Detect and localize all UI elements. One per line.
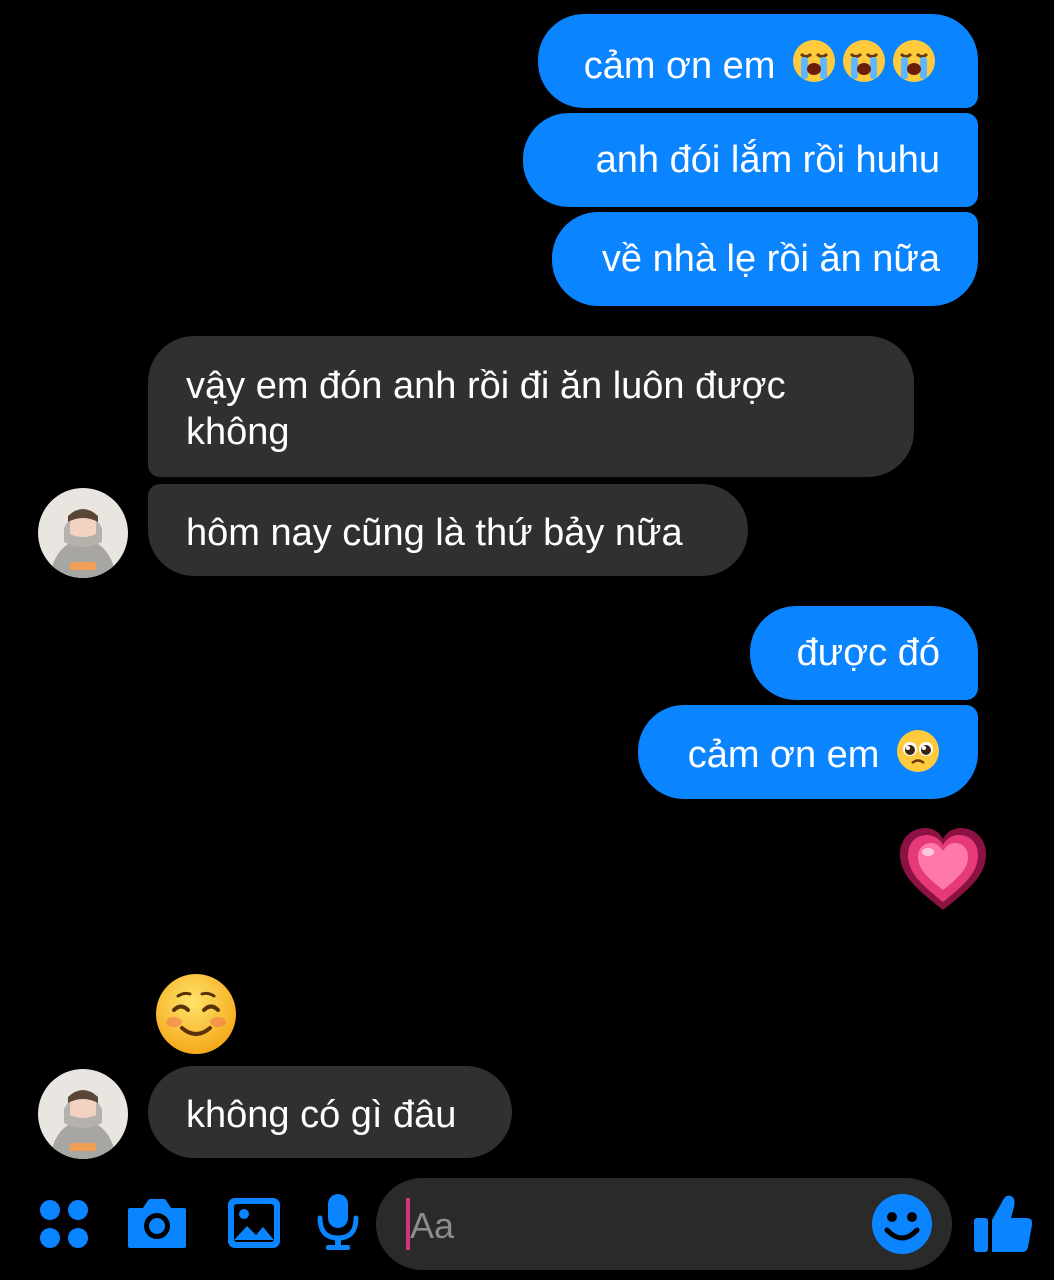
menu-dots-icon[interactable] <box>38 1198 90 1250</box>
loudly-crying-face-icon <box>792 38 940 95</box>
avatar[interactable] <box>38 488 128 578</box>
message-bubble-received[interactable]: không có gì đâu <box>148 1066 512 1158</box>
message-text: hôm nay cũng là thứ bảy nữa <box>186 512 683 554</box>
avatar[interactable] <box>38 1069 128 1159</box>
growing-heart-icon[interactable] <box>898 826 988 912</box>
message-bubble-sent[interactable]: cảm ơn em <box>538 14 978 108</box>
message-text: về nhà lẹ rồi ăn nữa <box>601 238 940 280</box>
pleading-face-icon <box>896 729 940 784</box>
message-input[interactable]: Aa <box>376 1178 952 1270</box>
message-bubble-sent[interactable]: về nhà lẹ rồi ăn nữa <box>552 212 978 306</box>
message-bubble-received[interactable]: hôm nay cũng là thứ bảy nữa <box>148 484 748 576</box>
message-text: cảm ơn em <box>583 45 776 87</box>
message-bubble-received[interactable]: vậy em đón anh rồi đi ăn luôn được không <box>148 336 914 477</box>
message-input-placeholder: Aa <box>410 1205 455 1246</box>
gallery-icon[interactable] <box>226 1196 282 1250</box>
message-bubble-sent[interactable]: cảm ơn em <box>638 705 978 799</box>
message-bubble-sent[interactable]: anh đói lắm rồi huhu <box>523 113 978 207</box>
message-text: không có gì đâu <box>186 1094 457 1136</box>
camera-icon[interactable] <box>126 1196 188 1250</box>
emoji-icon[interactable] <box>870 1192 934 1256</box>
message-text: được đó <box>796 632 940 674</box>
smiling-face-icon[interactable] <box>154 972 238 1056</box>
message-text: vậy em đón anh rồi đi ăn luôn được không <box>186 365 786 453</box>
message-text: cảm ơn em <box>687 734 880 776</box>
message-bubble-sent[interactable]: được đó <box>750 606 978 700</box>
thumbs-up-icon[interactable] <box>972 1192 1034 1254</box>
message-text: anh đói lắm rồi huhu <box>595 139 940 181</box>
microphone-icon[interactable] <box>316 1192 360 1252</box>
